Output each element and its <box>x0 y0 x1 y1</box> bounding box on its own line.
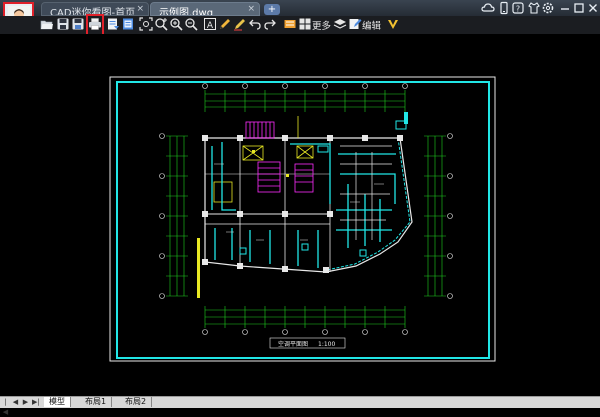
cad-drawing: 空调平面图 1:100 <box>109 76 496 362</box>
pencil-icon[interactable] <box>218 17 232 31</box>
skin-icon[interactable] <box>527 1 541 15</box>
redo-icon[interactable] <box>263 17 277 31</box>
stair-core <box>245 121 314 193</box>
outer-border <box>109 76 496 362</box>
drawing-scale: 1:100 <box>318 341 335 348</box>
tab-drawing-label: 示例图.dwg <box>159 8 214 16</box>
cloud-icon[interactable] <box>481 1 495 15</box>
tab-drawing[interactable]: 示例图.dwg × <box>150 2 260 16</box>
drawing-caption: 空调平面图 <box>278 340 308 348</box>
text-tool-icon[interactable]: A <box>203 17 217 31</box>
close-icon[interactable] <box>586 1 600 15</box>
measure-icon[interactable] <box>283 17 297 31</box>
minimize-icon[interactable] <box>558 1 572 15</box>
top-dimensions <box>204 90 406 112</box>
bottom-dimensions <box>204 306 406 328</box>
zoom-out-icon[interactable] <box>184 17 198 31</box>
zoom-in-icon[interactable] <box>169 17 183 31</box>
tab-home-close-icon[interactable]: × <box>136 4 144 14</box>
phone-icon[interactable] <box>497 1 511 15</box>
edit-icon[interactable] <box>348 17 362 31</box>
svg-text:?: ? <box>516 5 520 14</box>
curtain-wall <box>326 137 411 271</box>
help-icon[interactable]: ? <box>511 1 525 15</box>
shafts <box>213 116 314 203</box>
more-button[interactable]: 更多 <box>312 18 331 32</box>
save-icon[interactable] <box>56 17 70 31</box>
svg-text:A: A <box>207 21 214 31</box>
right-dimensions <box>424 135 446 297</box>
vip-icon[interactable] <box>386 17 400 31</box>
markup-pen-icon[interactable] <box>233 17 247 31</box>
zoom-extents-icon[interactable] <box>139 17 153 31</box>
edit-button[interactable]: 编辑 <box>362 18 381 32</box>
room-labels <box>214 163 384 241</box>
left-dimensions <box>166 135 188 297</box>
tab-drawing-close-icon[interactable]: × <box>247 4 255 14</box>
print-icon[interactable] <box>88 17 102 31</box>
last-layout-icon[interactable]: ▶| <box>32 397 40 407</box>
prev-layout-icon[interactable]: ◀ <box>12 397 19 407</box>
tab-model[interactable]: 模型 <box>44 397 71 407</box>
axis-bubbles <box>159 83 453 335</box>
drawing-canvas[interactable]: 空调平面图 1:100 <box>0 34 600 396</box>
maximize-icon[interactable] <box>572 1 586 15</box>
inner-border <box>116 81 490 359</box>
zoom-window-icon[interactable] <box>154 17 168 31</box>
layout-tab-bar: |◀ ◀ ▶ ▶| 模型 布局1 布局2 <box>0 396 600 416</box>
tab-layout2[interactable]: 布局2 <box>120 397 153 407</box>
new-tab-button[interactable]: + <box>264 4 280 15</box>
batch-print-icon[interactable] <box>121 17 135 31</box>
next-layout-icon[interactable]: ▶ <box>22 397 29 407</box>
undo-icon[interactable] <box>248 17 262 31</box>
grid-menu-icon[interactable] <box>298 17 312 31</box>
layers-icon[interactable] <box>333 17 347 31</box>
first-layout-icon[interactable]: |◀ <box>2 397 9 416</box>
tab-layout1[interactable]: 布局1 <box>80 397 113 407</box>
open-folder-icon[interactable] <box>40 17 54 31</box>
save-as-icon[interactable] <box>71 17 85 31</box>
settings-icon[interactable] <box>541 1 555 15</box>
export-icon[interactable] <box>106 17 120 31</box>
